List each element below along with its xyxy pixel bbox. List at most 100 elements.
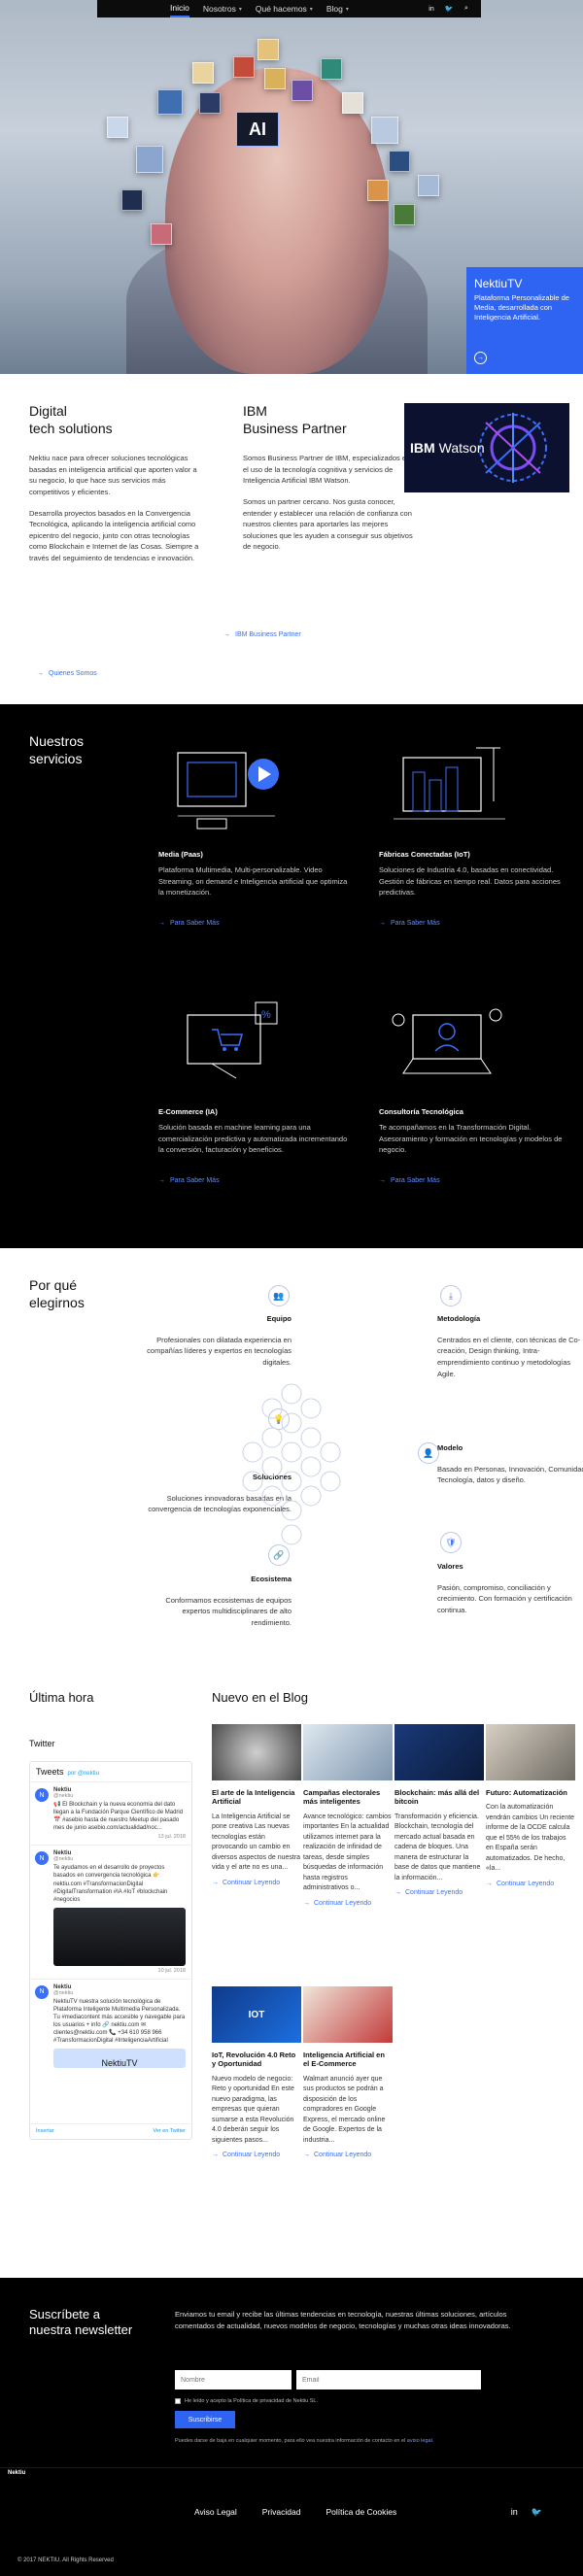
arrow-right-icon: → (212, 2152, 219, 2159)
subscribe-button[interactable]: Suscribirse (175, 2411, 235, 2428)
post-thumbnail (303, 1724, 393, 1780)
unsubscribe-note: Puedes darse de baja en cualquier moment… (175, 2438, 434, 2444)
newsletter-title: Suscríbete a nuestra newsletter (29, 2307, 133, 2338)
why-title: Por qué elegirnos (29, 1277, 85, 1310)
privacy-checkbox[interactable] (175, 2398, 181, 2404)
nektiu-logo[interactable]: Nektiu (6, 2468, 28, 2477)
twitter-label: Twitter (29, 1739, 55, 1748)
continue-reading-link[interactable]: → Continuar Leyendo (303, 2152, 393, 2158)
avatar: N (35, 1984, 49, 1999)
service-more-link[interactable]: → Para Saber Más (158, 1177, 348, 1184)
arrow-right-icon: → (379, 1176, 386, 1184)
shield-icon: 🛡 (440, 1532, 462, 1553)
footer-link-cookies[interactable]: Política de Cookies (326, 2507, 396, 2517)
blog-post[interactable]: Inteligencia Artificial en el E-Commerce… (303, 1986, 393, 2158)
blog-post[interactable]: Futuro: Automatización Con la automatiza… (486, 1724, 575, 1887)
services-title: Nuestros servicios (29, 733, 85, 766)
newsletter-description: Enviamos tu email y recibe las últimas t… (175, 2310, 511, 2330)
why-item: Modelo Basado en Personas, Innovación, C… (437, 1443, 583, 1485)
legal-notice-link[interactable]: aviso legal. (407, 2438, 434, 2444)
hero-banner: AI NektiuTV Plataforma Personalizable de… (0, 0, 583, 374)
continue-reading-link[interactable]: → Continuar Leyendo (212, 2152, 301, 2158)
view-on-twitter-link[interactable]: Ver en Twitter (153, 2128, 186, 2135)
hero-tile (121, 189, 143, 211)
service-title: E-Commerce (IA) (158, 1107, 218, 1116)
service-card: Consultoría Tecnológica Te acompañamos e… (379, 991, 568, 1184)
arrow-right-icon: → (212, 1879, 219, 1886)
hero-tile (321, 58, 342, 80)
hero-tile (157, 89, 183, 115)
blog-post[interactable]: Campañas electorales más inteligentes Av… (303, 1724, 393, 1907)
chevron-down-icon: ▾ (238, 6, 242, 13)
linkedin-icon[interactable]: in (511, 2507, 518, 2518)
nav-item-inicio[interactable]: Inicio (170, 0, 189, 17)
nav-item-blog[interactable]: Blog ▾ (326, 0, 349, 17)
why-section: Por qué elegirnos 👥 Equipo Profesionales … (0, 1248, 583, 1656)
callout-title: NektiuTV (474, 277, 523, 290)
name-input[interactable] (175, 2370, 292, 2390)
twitter-icon[interactable]: 🐦 (444, 4, 454, 14)
ai-chip: AI (236, 112, 279, 147)
post-thumbnail (486, 1724, 575, 1780)
why-item: Equipo Profesionales con dilatada experi… (147, 1314, 292, 1367)
hero-tile (264, 68, 286, 89)
why-item: Ecosistema Conformamos ecosistemas de eq… (165, 1575, 292, 1627)
blog-post[interactable]: IOT IoT, Revolución 4.0 Reto y Oportunid… (212, 1986, 301, 2158)
ibm-paragraph: Somos Business Partner de IBM, especiali… (243, 454, 411, 486)
page-footer: Nektiu Aviso Legal Privacidad Política d… (0, 2467, 583, 2576)
service-title: Media (Paas) (158, 850, 203, 859)
nav-item-que-hacemos[interactable]: Qué hacemos ▾ (256, 0, 313, 17)
tweet[interactable]: N Nektiu @nektiu NektiuTV nuestra soluci… (30, 1980, 191, 2074)
ibm-watson-logo: IBM Watson (404, 403, 569, 492)
footer-link-privacidad[interactable]: Privacidad (262, 2507, 301, 2517)
tweet[interactable]: N Nektiu @nektiu 📢 El Blockchain y la nu… (30, 1782, 191, 1847)
email-input[interactable] (296, 2370, 481, 2390)
continue-reading-link[interactable]: → Continuar Leyendo (486, 1881, 575, 1887)
linkedin-icon[interactable]: in (427, 4, 436, 14)
privacy-consent[interactable]: He leído y acepto la Política de privaci… (175, 2398, 318, 2404)
arrow-right-icon: → (303, 1899, 310, 1907)
digital-paragraph: Nektiu nace para ofrecer soluciones tecn… (29, 454, 197, 496)
hero-callout[interactable]: NektiuTV Plataforma Personalizable de Me… (466, 267, 583, 374)
service-more-link[interactable]: → Para Saber Más (379, 1177, 568, 1184)
arrow-right-icon: → (223, 631, 230, 638)
person-icon: 👤 (418, 1442, 439, 1464)
digital-paragraph: Desarrolla proyectos basados en la Conve… (29, 508, 199, 563)
footer-link-aviso-legal[interactable]: Aviso Legal (194, 2507, 237, 2517)
newsletter-section: Suscríbete a nuestra newsletter Enviamos … (0, 2278, 583, 2467)
service-title: Consultoría Tecnológica (379, 1107, 463, 1116)
hero-tile (136, 146, 163, 173)
arrow-right-icon[interactable]: → (474, 352, 487, 364)
ibm-partner-link[interactable]: → IBM Business Partner (223, 631, 301, 638)
twitter-icon[interactable]: 🐦 (532, 2507, 542, 2518)
team-icon: 👥 (268, 1285, 290, 1306)
twitter-footer: Insertar Ver en Twitter (30, 2123, 191, 2139)
blog-post[interactable]: El arte de la Inteligencia Artificial La… (212, 1724, 301, 1886)
digital-column: Digital tech solutions Nektiu nace para o… (29, 403, 199, 704)
continue-reading-link[interactable]: → Continuar Leyendo (394, 1889, 484, 1896)
factory-illustration (394, 747, 505, 820)
latest-section: Última hora Nuevo en el Blog Twitter Twe… (0, 1656, 583, 2278)
twitter-timeline[interactable]: Tweets por @nektiu N Nektiu @nektiu 📢 El … (29, 1761, 192, 2140)
arrow-right-icon: → (158, 919, 165, 927)
post-thumbnail (303, 1986, 393, 2043)
quienes-somos-link[interactable]: → Quienes Somos (37, 670, 97, 677)
arrow-right-icon: → (486, 1880, 493, 1887)
service-more-link[interactable]: → Para Saber Más (379, 920, 568, 927)
blog-post[interactable]: Blockchain: más allá del bitcoin Transfo… (394, 1724, 484, 1896)
tweet[interactable]: N Nektiu @nektiu Te ayudamos en el desar… (30, 1846, 191, 1980)
continue-reading-link[interactable]: → Continuar Leyendo (212, 1880, 301, 1886)
service-title: Fábricas Conectadas (IoT) (379, 850, 470, 859)
service-more-link[interactable]: → Para Saber Más (158, 920, 348, 927)
hero-tile (257, 39, 279, 60)
why-item: Metodología Centrados en el cliente, con… (437, 1314, 581, 1378)
media-illustration (177, 752, 279, 830)
services-section: Nuestros servicios Media (Paas) Plataform… (0, 704, 583, 1248)
watson-wordmark: IBM Watson (410, 440, 485, 456)
nav-item-nosotros[interactable]: Nosotros ▾ (203, 0, 242, 17)
continue-reading-link[interactable]: → Continuar Leyendo (303, 1900, 393, 1907)
hero-tile (192, 62, 214, 84)
search-icon[interactable]: ⌕ (462, 4, 471, 14)
consulting-illustration (392, 1008, 502, 1074)
embed-link[interactable]: Insertar (36, 2128, 54, 2135)
